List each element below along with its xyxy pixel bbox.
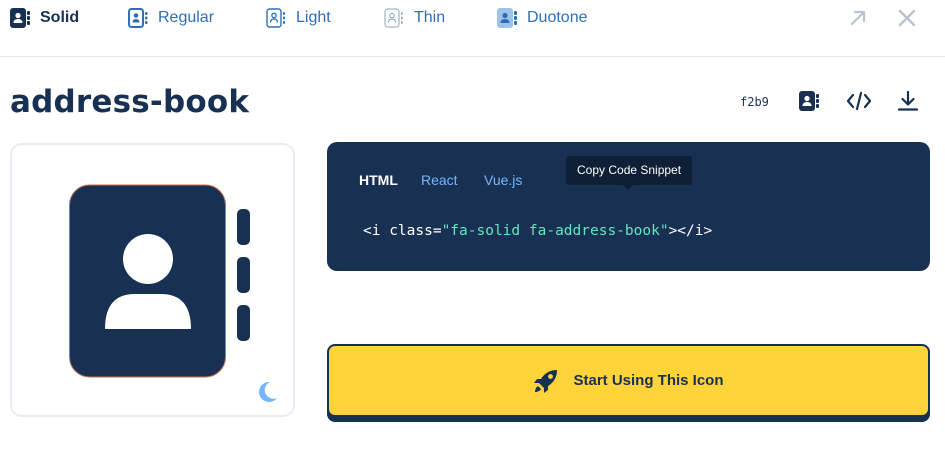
tab-label: Regular [158, 9, 215, 26]
unicode-value[interactable]: f2b9 [740, 95, 769, 109]
arrow-up-right-icon[interactable] [848, 8, 868, 28]
icon-title: address-book [10, 84, 250, 120]
address-book-icon[interactable] [798, 90, 820, 112]
download-icon[interactable] [897, 90, 919, 112]
code-close-tag: ></i> [668, 223, 713, 239]
address-book-preview-icon [69, 184, 250, 378]
start-button-label: Start Using This Icon [573, 372, 724, 389]
code-open-tag: <i class= [363, 223, 442, 239]
tab-label: Duotone [527, 9, 588, 26]
tab-light[interactable]: Light [266, 6, 331, 30]
tab-solid[interactable]: Solid [10, 6, 79, 30]
tab-label: Thin [414, 9, 446, 26]
address-book-duotone-icon [497, 8, 517, 28]
address-book-light-icon [266, 8, 285, 28]
tab-duotone[interactable]: Duotone [497, 6, 588, 30]
style-tabs: Solid Regular Light Thin Duotone [0, 0, 945, 57]
tab-label: Light [296, 9, 331, 26]
tab-label: Solid [40, 9, 80, 26]
address-book-thin-icon [384, 8, 403, 28]
copy-tooltip: Copy Code Snippet [566, 156, 693, 190]
address-book-solid-icon [10, 8, 30, 28]
code-class-value: "fa-solid fa-address-book" [441, 223, 669, 239]
close-icon[interactable] [897, 8, 917, 28]
code-snippet[interactable]: <i class="fa-solid fa-address-book"></i> [363, 223, 712, 239]
tab-html[interactable]: HTML [359, 172, 398, 188]
start-using-icon-button[interactable]: Start Using This Icon [327, 344, 930, 417]
tab-thin[interactable]: Thin [384, 6, 445, 30]
icon-preview-card [10, 143, 295, 417]
tab-react[interactable]: React [421, 172, 458, 188]
code-icon[interactable] [846, 90, 872, 112]
address-book-regular-icon [128, 8, 148, 28]
tab-regular[interactable]: Regular [128, 6, 214, 30]
tab-vue[interactable]: Vue.js [484, 172, 522, 188]
moon-icon[interactable] [255, 380, 279, 404]
rocket-icon [534, 369, 558, 393]
